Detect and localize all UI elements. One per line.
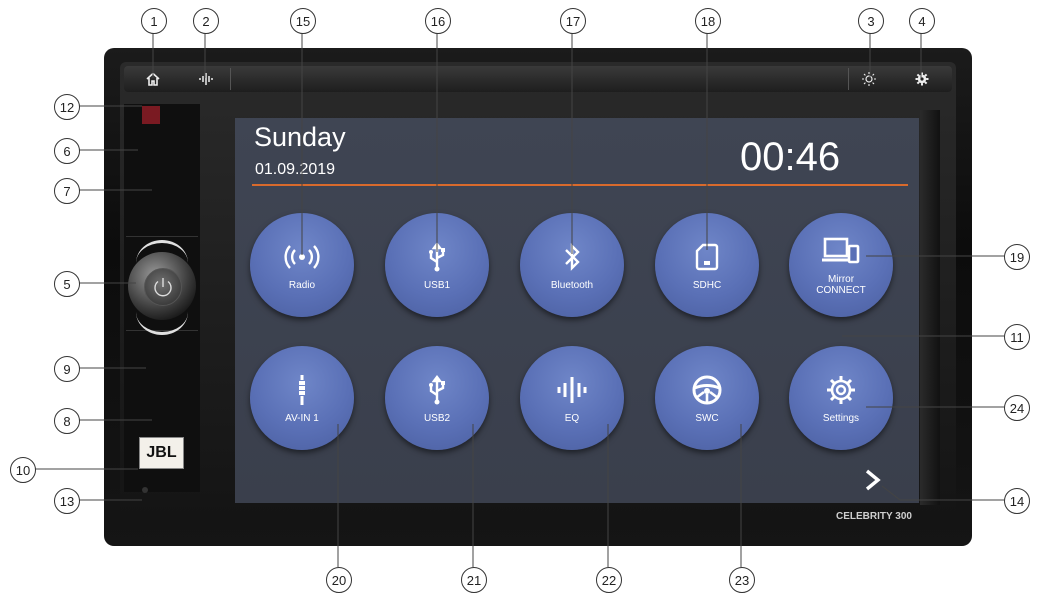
callout-12: 12 — [54, 94, 80, 120]
callout-14: 14 — [1004, 488, 1030, 514]
callout-1: 1 — [141, 8, 167, 34]
callout-8: 8 — [54, 408, 80, 434]
callout-22: 22 — [596, 567, 622, 593]
callout-2: 2 — [193, 8, 219, 34]
callout-20: 20 — [326, 567, 352, 593]
callout-7: 7 — [54, 178, 80, 204]
callout-24: 24 — [1004, 395, 1030, 421]
callout-4: 4 — [909, 8, 935, 34]
callout-3: 3 — [858, 8, 884, 34]
callout-6: 6 — [54, 138, 80, 164]
callout-13: 13 — [54, 488, 80, 514]
callout-11: 11 — [1004, 324, 1030, 350]
callout-5: 5 — [54, 271, 80, 297]
callout-10: 10 — [10, 457, 36, 483]
callout-18: 18 — [695, 8, 721, 34]
callout-16: 16 — [425, 8, 451, 34]
callout-leader-lines — [34, 32, 1004, 567]
callout-9: 9 — [54, 356, 80, 382]
callout-17: 17 — [560, 8, 586, 34]
callout-19: 19 — [1004, 244, 1030, 270]
callout-23: 23 — [729, 567, 755, 593]
callout-15: 15 — [290, 8, 316, 34]
callout-21: 21 — [461, 567, 487, 593]
